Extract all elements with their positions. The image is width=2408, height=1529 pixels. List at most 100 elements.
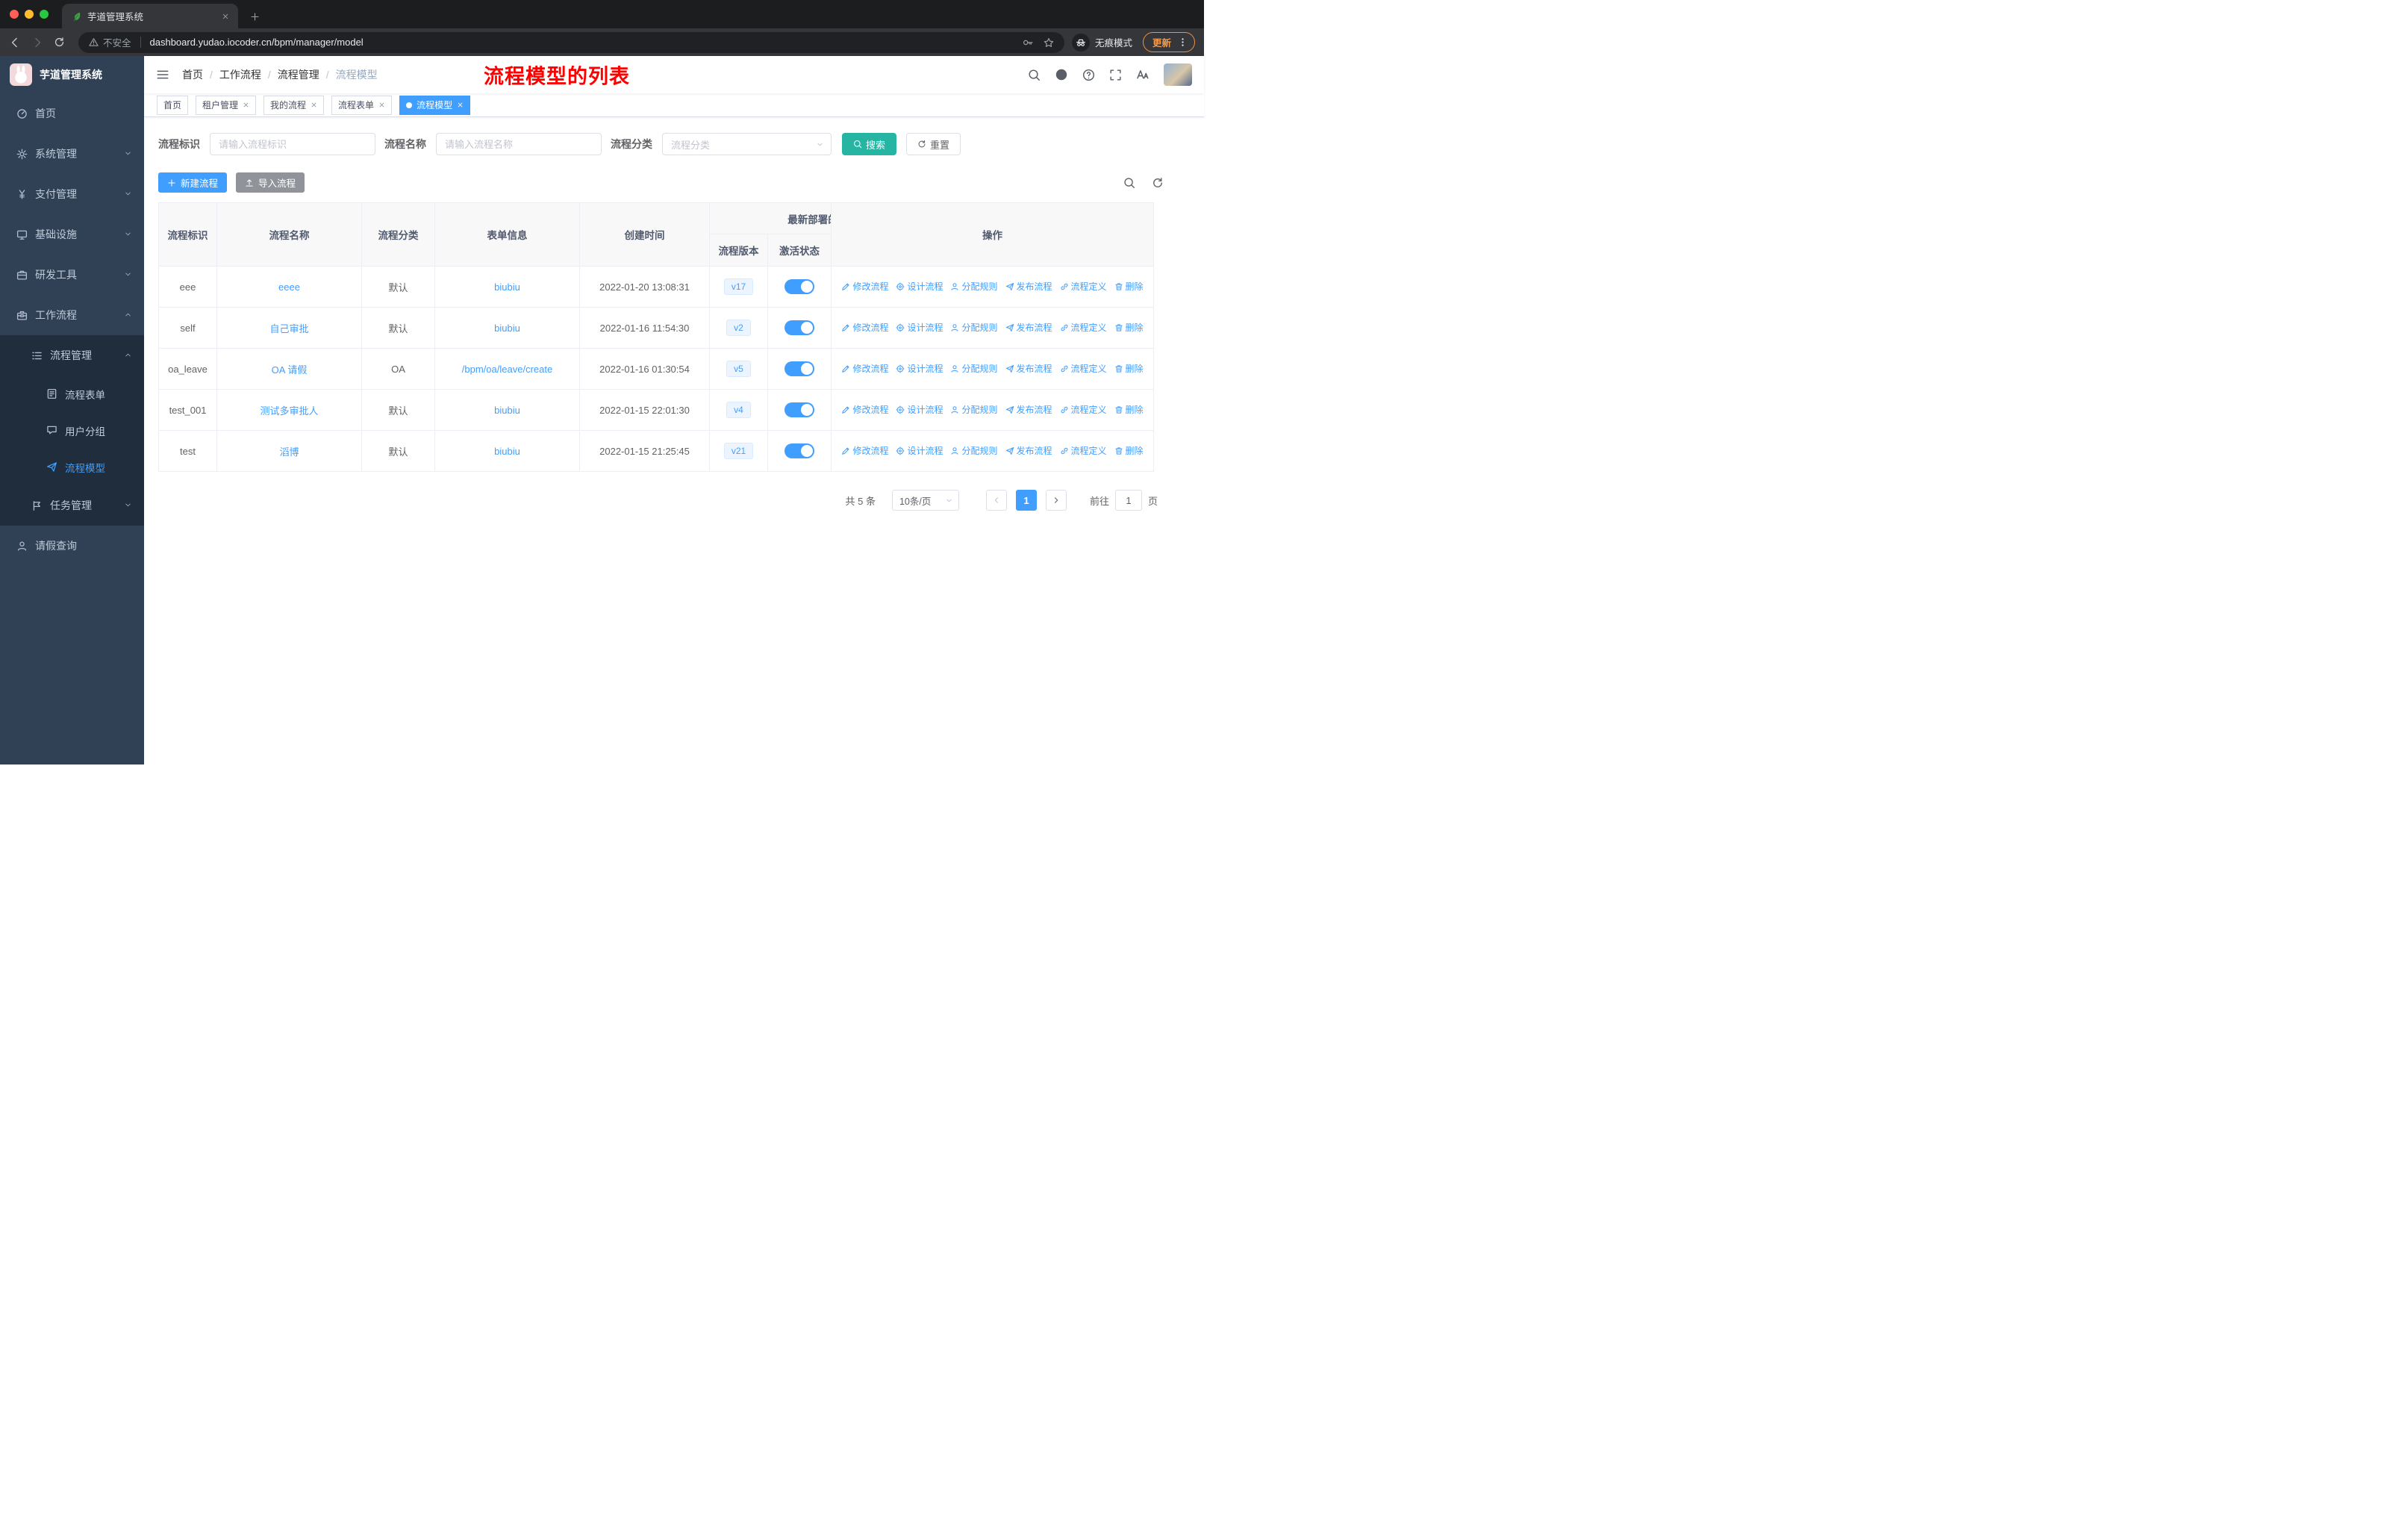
- op-delete-link[interactable]: 删除: [1114, 321, 1144, 334]
- op-design-link[interactable]: 设计流程: [896, 280, 943, 293]
- op-edit-link[interactable]: 修改流程: [841, 280, 888, 293]
- process-name-link[interactable]: 测试多审批人: [260, 405, 318, 417]
- new-tab-button[interactable]: [250, 12, 260, 22]
- sidebar-item-devtools[interactable]: 研发工具: [0, 255, 144, 295]
- op-definition-link[interactable]: 流程定义: [1060, 444, 1107, 457]
- process-name-link[interactable]: OA 请假: [272, 364, 308, 376]
- form-info-link[interactable]: biubiu: [494, 323, 520, 334]
- op-edit-link[interactable]: 修改流程: [841, 321, 888, 334]
- process-category-select[interactable]: 流程分类: [662, 133, 832, 155]
- bookmark-star-icon[interactable]: [1044, 37, 1054, 48]
- op-design-link[interactable]: 设计流程: [896, 362, 943, 375]
- sidebar-item-infrastructure[interactable]: 基础设施: [0, 214, 144, 255]
- window-minimize-button[interactable]: [25, 10, 34, 19]
- prev-page-button[interactable]: [985, 490, 1007, 511]
- tag-close-icon[interactable]: [457, 102, 464, 108]
- toggle-search-icon[interactable]: [1123, 177, 1135, 189]
- github-icon[interactable]: [1055, 68, 1068, 81]
- op-definition-link[interactable]: 流程定义: [1060, 321, 1107, 334]
- sidebar-item-process-model[interactable]: 流程模型: [0, 449, 144, 485]
- status-toggle[interactable]: [785, 361, 814, 376]
- back-icon[interactable]: [9, 37, 21, 49]
- breadcrumb-item[interactable]: 首页: [182, 67, 203, 82]
- process-name-link[interactable]: 自己审批: [269, 323, 308, 334]
- op-publish-link[interactable]: 发布流程: [1005, 362, 1052, 375]
- op-design-link[interactable]: 设计流程: [896, 321, 943, 334]
- browser-menu-icon[interactable]: [1178, 37, 1188, 47]
- form-info-link[interactable]: /bpm/oa/leave/create: [462, 364, 552, 375]
- breadcrumb-item[interactable]: 工作流程: [219, 67, 261, 82]
- op-definition-link[interactable]: 流程定义: [1060, 403, 1107, 416]
- goto-page-input[interactable]: [1114, 490, 1142, 511]
- status-toggle[interactable]: [785, 320, 814, 335]
- next-page-button[interactable]: [1045, 490, 1067, 511]
- tag-close-icon[interactable]: [378, 102, 385, 108]
- tag-我的流程[interactable]: 我的流程: [263, 95, 325, 115]
- sidebar-item-user-group[interactable]: 用户分组: [0, 412, 144, 449]
- sidebar-item-system[interactable]: 系统管理: [0, 134, 144, 174]
- page-number-button[interactable]: 1: [1015, 490, 1037, 511]
- op-design-link[interactable]: 设计流程: [896, 444, 943, 457]
- sidebar-item-payment[interactable]: 支付管理: [0, 174, 144, 214]
- refresh-table-icon[interactable]: [1152, 177, 1164, 189]
- window-close-button[interactable]: [10, 10, 19, 19]
- op-assign-link[interactable]: 分配规则: [950, 403, 998, 416]
- sidebar-item-home[interactable]: 首页: [0, 93, 144, 134]
- sidebar-item-process-form[interactable]: 流程表单: [0, 376, 144, 412]
- op-delete-link[interactable]: 删除: [1114, 280, 1144, 293]
- status-toggle[interactable]: [785, 443, 814, 458]
- sidebar-item-process-mgmt[interactable]: 流程管理: [0, 335, 144, 376]
- op-delete-link[interactable]: 删除: [1114, 444, 1144, 457]
- op-design-link[interactable]: 设计流程: [896, 403, 943, 416]
- op-delete-link[interactable]: 删除: [1114, 403, 1144, 416]
- window-zoom-button[interactable]: [40, 10, 49, 19]
- import-process-button[interactable]: 导入流程: [236, 172, 305, 193]
- user-avatar[interactable]: [1164, 63, 1192, 86]
- sidebar-item-task-mgmt[interactable]: 任务管理: [0, 485, 144, 526]
- fullscreen-icon[interactable]: [1109, 69, 1122, 81]
- op-edit-link[interactable]: 修改流程: [841, 444, 888, 457]
- password-key-icon[interactable]: [1023, 37, 1033, 48]
- search-button[interactable]: 搜索: [842, 133, 897, 155]
- help-icon[interactable]: [1082, 69, 1095, 81]
- op-edit-link[interactable]: 修改流程: [841, 362, 888, 375]
- op-assign-link[interactable]: 分配规则: [950, 362, 998, 375]
- op-publish-link[interactable]: 发布流程: [1005, 280, 1052, 293]
- process-name-link[interactable]: eeee: [278, 281, 300, 293]
- tab-close-icon[interactable]: [222, 13, 229, 20]
- reload-icon[interactable]: [54, 37, 65, 48]
- address-bar[interactable]: 不安全 dashboard.yudao.iocoder.cn/bpm/manag…: [78, 31, 1064, 53]
- form-info-link[interactable]: biubiu: [494, 281, 520, 293]
- security-chip[interactable]: 不安全: [89, 35, 131, 49]
- op-publish-link[interactable]: 发布流程: [1005, 403, 1052, 416]
- search-icon[interactable]: [1028, 69, 1041, 81]
- op-assign-link[interactable]: 分配规则: [950, 321, 998, 334]
- op-publish-link[interactable]: 发布流程: [1005, 444, 1052, 457]
- op-edit-link[interactable]: 修改流程: [841, 403, 888, 416]
- tag-首页[interactable]: 首页: [157, 95, 189, 115]
- sidebar-item-leave-query[interactable]: 请假查询: [0, 526, 144, 566]
- form-info-link[interactable]: biubiu: [494, 405, 520, 416]
- process-name-link[interactable]: 滔博: [279, 446, 299, 458]
- op-publish-link[interactable]: 发布流程: [1005, 321, 1052, 334]
- page-size-select[interactable]: 10条/页: [891, 490, 959, 511]
- breadcrumb-item[interactable]: 流程管理: [278, 67, 319, 82]
- browser-tab[interactable]: 芋道管理系统: [62, 4, 238, 28]
- op-assign-link[interactable]: 分配规则: [950, 280, 998, 293]
- process-name-input[interactable]: [436, 133, 602, 155]
- status-toggle[interactable]: [785, 279, 814, 294]
- tag-租户管理[interactable]: 租户管理: [196, 95, 257, 115]
- create-process-button[interactable]: 新建流程: [158, 172, 228, 193]
- process-key-input[interactable]: [210, 133, 375, 155]
- op-definition-link[interactable]: 流程定义: [1060, 362, 1107, 375]
- tag-流程表单[interactable]: 流程表单: [331, 95, 393, 115]
- tag-close-icon[interactable]: [243, 102, 249, 108]
- forward-icon[interactable]: [31, 37, 43, 49]
- tag-close-icon[interactable]: [311, 102, 317, 108]
- op-assign-link[interactable]: 分配规则: [950, 444, 998, 457]
- reset-button[interactable]: 重置: [906, 133, 961, 155]
- app-logo[interactable]: 芋道管理系统: [0, 56, 144, 93]
- op-definition-link[interactable]: 流程定义: [1060, 280, 1107, 293]
- font-size-icon[interactable]: [1136, 68, 1150, 81]
- sidebar-item-workflow[interactable]: 工作流程: [0, 295, 144, 335]
